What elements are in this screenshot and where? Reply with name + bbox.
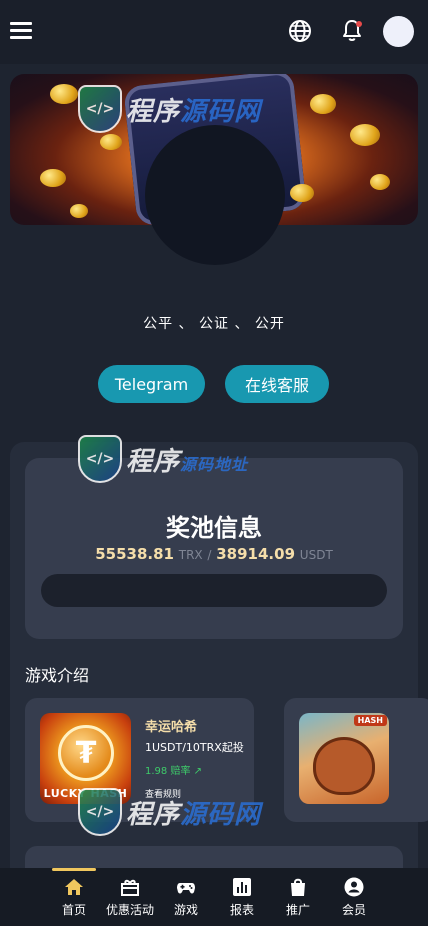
redaction-circle <box>145 125 285 265</box>
thumbnail-tag: HASH <box>353 715 387 726</box>
avatar[interactable] <box>383 16 414 47</box>
nav-promote[interactable]: 推广 <box>270 868 326 926</box>
coin-graphic <box>40 169 66 187</box>
jackpot-usdt-value: 38914.09 <box>216 545 296 563</box>
jackpot-trx-unit: TRX <box>178 548 203 562</box>
game-card-lucky-hash[interactable]: ₮ LUCKY HASH 幸运哈希 1USDT/10TRX起投 1.98 赔率 … <box>25 698 254 822</box>
view-rules-link[interactable]: 查看规则 <box>145 787 181 800</box>
nav-label: 首页 <box>61 903 86 917</box>
coin-graphic <box>50 84 78 104</box>
top-bar <box>0 0 428 64</box>
customer-service-button[interactable]: 在线客服 <box>225 365 329 403</box>
coin-graphic <box>350 124 380 146</box>
nav-member[interactable]: 会员 <box>326 868 382 926</box>
game-odds: 1.98 赔率 ↗ <box>145 766 203 777</box>
nav-promotions[interactable]: 优惠活动 <box>102 868 158 926</box>
jackpot-trx-value: 55538.81 <box>95 545 174 563</box>
coin-graphic <box>290 184 314 202</box>
games-section-title: 游戏介绍 <box>25 666 90 685</box>
hamburger-icon[interactable] <box>10 22 32 40</box>
globe-icon[interactable] <box>288 19 312 43</box>
gamepad-icon <box>177 883 195 894</box>
jackpot-title: 奖池信息 <box>166 514 262 542</box>
tether-coin-icon: ₮ <box>58 725 114 781</box>
nav-games[interactable]: 游戏 <box>158 868 214 926</box>
home-icon <box>65 879 83 895</box>
jackpot-separator: / <box>207 548 212 562</box>
nav-home[interactable]: 首页 <box>46 868 102 926</box>
game-name: 幸运哈希 <box>145 720 198 735</box>
game-thumbnail: HASH <box>299 713 389 804</box>
bull-character-graphic <box>313 737 375 795</box>
nav-label: 推广 <box>285 903 310 917</box>
nav-label: 优惠活动 <box>105 903 154 917</box>
motto-text: 公平 、 公证 、 公开 <box>143 316 285 332</box>
jackpot-values: 55538.81 TRX / 38914.09 USDT <box>25 545 403 563</box>
nav-reports[interactable]: 报表 <box>214 868 270 926</box>
jackpot-progress-bar <box>41 574 387 607</box>
nav-label: 报表 <box>229 903 254 917</box>
game-card-hash[interactable]: HASH <box>284 698 428 822</box>
thumbnail-label: LUCKY HASH <box>43 787 128 800</box>
nav-label: 会员 <box>341 903 366 917</box>
user-icon <box>344 877 364 897</box>
bell-icon[interactable] <box>341 19 363 43</box>
bottom-nav: 首页 优惠活动 游戏 报表 推广 会员 <box>0 868 428 926</box>
nav-label: 游戏 <box>173 903 198 917</box>
notification-dot <box>356 21 362 27</box>
bar-chart-icon <box>233 878 251 896</box>
shopping-bag-icon <box>291 878 305 896</box>
coin-graphic <box>310 94 336 114</box>
jackpot-usdt-unit: USDT <box>299 548 333 562</box>
coin-graphic <box>370 174 390 190</box>
game-thumbnail: ₮ LUCKY HASH <box>40 713 131 804</box>
jackpot-card: 奖池信息 55538.81 TRX / 38914.09 USDT <box>25 458 403 639</box>
coin-graphic <box>70 204 88 218</box>
gift-icon <box>121 879 139 896</box>
coin-graphic <box>100 134 122 150</box>
telegram-button[interactable]: Telegram <box>98 365 205 403</box>
game-limit: 1USDT/10TRX起投 <box>145 741 244 754</box>
